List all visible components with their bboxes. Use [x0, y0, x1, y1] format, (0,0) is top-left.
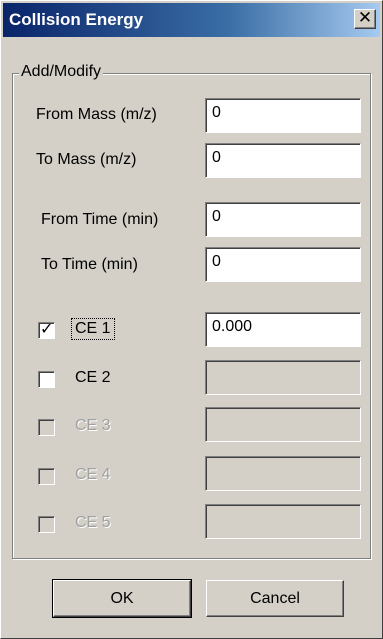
ce5-field: [205, 504, 361, 539]
ce5-label: CE 5: [75, 514, 111, 531]
cancel-button[interactable]: Cancel: [206, 580, 344, 617]
from-mass-field[interactable]: 0: [205, 98, 361, 133]
ce3-checkbox: [38, 419, 55, 436]
window-title: Collision Energy: [9, 10, 144, 29]
close-button[interactable]: ✕: [354, 9, 376, 29]
collision-energy-dialog: Collision Energy ✕ Add/Modify From Mass …: [0, 0, 383, 639]
to-time-label: To Time (min): [41, 256, 138, 273]
ce5-checkbox: [38, 516, 55, 533]
ce4-field: [205, 456, 361, 491]
from-time-field[interactable]: 0: [205, 202, 361, 237]
ce2-field: [205, 360, 361, 395]
ok-button[interactable]: OK: [52, 579, 192, 618]
title-bar[interactable]: Collision Energy ✕: [3, 3, 380, 37]
group-legend: Add/Modify: [19, 63, 104, 81]
ce4-label: CE 4: [75, 466, 111, 483]
from-time-label: From Time (min): [41, 211, 159, 228]
ce1-field[interactable]: 0.000: [205, 312, 361, 347]
ce4-checkbox: [38, 468, 55, 485]
ce1-checkbox[interactable]: ✓: [38, 319, 55, 339]
ce3-field: [205, 407, 361, 442]
close-icon: ✕: [357, 8, 373, 28]
to-time-field[interactable]: 0: [205, 247, 361, 282]
to-mass-label: To Mass (m/z): [36, 151, 137, 168]
ce3-label: CE 3: [75, 417, 111, 434]
from-mass-label: From Mass (m/z): [36, 106, 157, 123]
to-mass-field[interactable]: 0: [205, 143, 361, 178]
checkmark-icon: ✓: [40, 319, 54, 338]
ce1-label[interactable]: CE 1: [71, 318, 115, 340]
ce2-label[interactable]: CE 2: [75, 369, 111, 387]
ce2-checkbox[interactable]: [38, 371, 55, 388]
